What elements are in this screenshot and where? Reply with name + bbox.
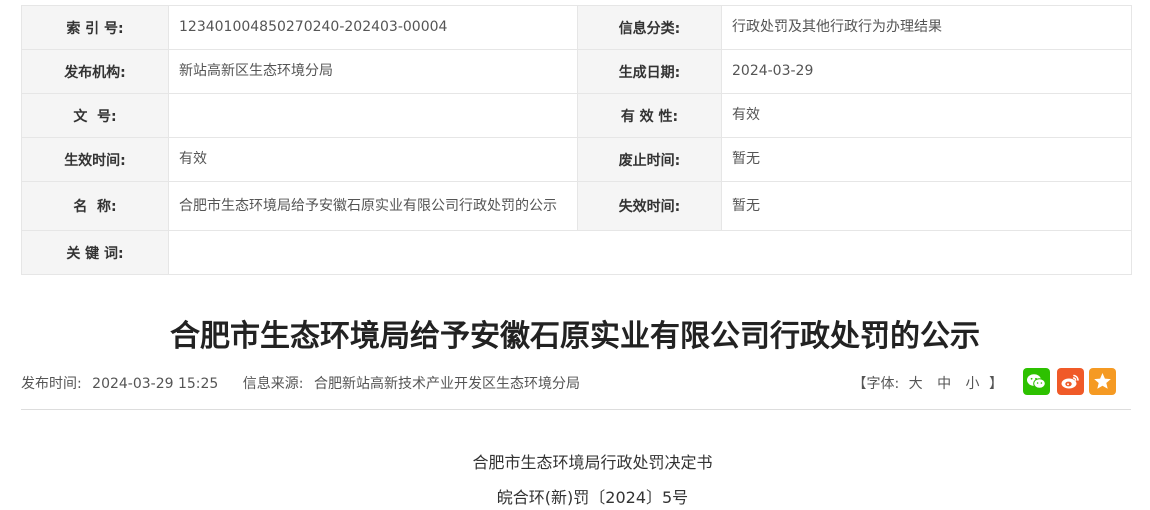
wechat-share-button[interactable]	[1023, 368, 1050, 395]
doc-number-label: 文 号:	[21, 93, 169, 138]
article-title: 合肥市生态环境局给予安徽石原实业有限公司行政处罚的公示	[170, 319, 980, 354]
publisher-value: 新站高新区生态环境分局	[168, 49, 578, 94]
article-info-bar: 发布时间: 2024-03-29 15:25 信息来源: 合肥新站高新技术产业开…	[21, 368, 1131, 398]
decision-doc-title: 合肥市生态环境局行政处罚决定书	[472, 453, 713, 472]
font-size-small-button[interactable]: 小	[966, 376, 980, 392]
name-value: 合肥市生态环境局给予安徽石原实业有限公司行政处罚的公示	[168, 181, 578, 231]
publish-time-label: 发布时间:	[21, 376, 82, 392]
validity-value: 有效	[721, 93, 1132, 138]
font-size-suffix: 】	[989, 376, 1003, 392]
weibo-icon	[1061, 374, 1079, 389]
font-size-prefix: 【字体:	[852, 376, 900, 392]
index-number-label: 索 引 号:	[21, 5, 169, 50]
category-value: 行政处罚及其他行政行为办理结果	[721, 5, 1132, 50]
keywords-value	[168, 230, 1132, 275]
metadata-row: 索 引 号: 123401004850270240-202403-00004 信…	[21, 5, 1132, 50]
decision-doc-number: 皖合环(新)罚〔2024〕5号	[496, 488, 689, 507]
font-size-medium-button[interactable]: 中	[937, 376, 951, 392]
star-icon	[1094, 373, 1111, 389]
effective-time-value: 有效	[168, 137, 578, 182]
index-number-value: 123401004850270240-202403-00004	[168, 5, 578, 50]
article-meta: 发布时间: 2024-03-29 15:25 信息来源: 合肥新站高新技术产业开…	[21, 373, 586, 393]
weibo-share-button[interactable]	[1057, 368, 1084, 395]
metadata-row: 名 称: 合肥市生态环境局给予安徽石原实业有限公司行政处罚的公示 失效时间: 暂…	[21, 181, 1132, 231]
abolish-time-value: 暂无	[721, 137, 1132, 182]
name-label: 名 称:	[21, 181, 169, 231]
generated-date-label: 生成日期:	[577, 49, 722, 94]
metadata-row: 文 号: 有 效 性: 有效	[21, 93, 1132, 138]
divider	[21, 409, 1131, 410]
font-size-control: 【字体: 大 中 小 】	[852, 373, 1003, 393]
favorite-button[interactable]	[1089, 368, 1116, 395]
expiry-time-value: 暂无	[721, 181, 1132, 231]
doc-number-value	[168, 93, 578, 138]
metadata-row: 生效时间: 有效 废止时间: 暂无	[21, 137, 1132, 182]
effective-time-label: 生效时间:	[21, 137, 169, 182]
metadata-table: 索 引 号: 123401004850270240-202403-00004 信…	[21, 5, 1132, 275]
publisher-label: 发布机构:	[21, 49, 169, 94]
keywords-label: 关 键 词:	[21, 230, 169, 275]
generated-date-value: 2024-03-29	[721, 49, 1132, 94]
validity-label: 有 效 性:	[577, 93, 722, 138]
abolish-time-label: 废止时间:	[577, 137, 722, 182]
publish-time-value: 2024-03-29 15:25	[92, 376, 219, 392]
wechat-icon	[1027, 374, 1046, 389]
category-label: 信息分类:	[577, 5, 722, 50]
source-value: 合肥新站高新技术产业开发区生态环境分局	[313, 376, 580, 392]
metadata-row: 发布机构: 新站高新区生态环境分局 生成日期: 2024-03-29	[21, 49, 1132, 94]
source-label: 信息来源:	[242, 376, 304, 392]
font-size-large-button[interactable]: 大	[909, 376, 923, 392]
expiry-time-label: 失效时间:	[577, 181, 722, 231]
metadata-row: 关 键 词:	[21, 230, 1132, 275]
